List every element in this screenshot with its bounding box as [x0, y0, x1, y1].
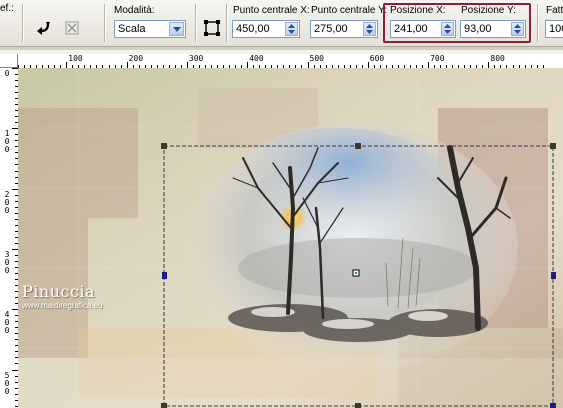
resize-handle-top[interactable]: [355, 143, 361, 149]
resize-handle-bottom-left[interactable]: [161, 403, 167, 408]
tool-options-palette: ef.: Modalità: Scala Punto centrale X: 4…: [0, 0, 563, 47]
resize-handle-top-left[interactable]: [161, 143, 167, 149]
mode-value: Scala: [118, 23, 146, 35]
ruler-label: 100: [68, 54, 83, 63]
ruler-label: 500: [309, 54, 324, 63]
ruler-label: 100: [4, 129, 10, 155]
horizontal-ruler: 0100200300400500600700800: [18, 54, 563, 69]
ruler-label: 600: [369, 54, 385, 63]
pos-y-input[interactable]: 93,00: [460, 20, 526, 38]
reset-icon[interactable]: [32, 16, 56, 40]
pos-x-label: Posizione X:: [390, 5, 446, 16]
factor-value: 100: [549, 23, 563, 35]
ruler-label: 800: [490, 54, 505, 63]
ruler-label: 500: [4, 370, 10, 396]
clear-icon[interactable]: [60, 16, 84, 40]
center-y-value: 275,00: [314, 23, 348, 35]
separator: [22, 4, 24, 42]
mode-select[interactable]: Scala: [114, 20, 186, 38]
ruler-label: 200: [128, 54, 144, 63]
separator: [104, 4, 106, 42]
separator: [226, 4, 228, 42]
ruler-label: 700: [430, 54, 445, 63]
ruler-label: 300: [188, 54, 204, 63]
center-y-input[interactable]: 275,00: [310, 20, 378, 38]
center-point-icon[interactable]: [200, 16, 224, 40]
pos-y-label: Posizione Y:: [461, 5, 516, 16]
center-x-label: Punto centrale X:: [233, 5, 310, 16]
factor-label: Fatt: [546, 5, 563, 16]
resize-handle-bottom-right[interactable]: [550, 403, 556, 408]
resize-handle-left[interactable]: [162, 272, 167, 279]
factor-input[interactable]: 100: [545, 20, 563, 38]
center-x-input[interactable]: 450,00: [232, 20, 300, 38]
resize-handle-bottom[interactable]: [355, 403, 361, 408]
watermark-url: www.maidiregrafica.eu: [22, 301, 103, 310]
center-x-value: 450,00: [236, 23, 270, 35]
pos-x-input[interactable]: 241,00: [390, 20, 456, 38]
pos-y-value: 93,00: [464, 23, 492, 35]
ruler-corner: [0, 54, 18, 68]
image-window: 0 100 200 300 400 500 600 700 800 0 100 200 300 400 5…: [0, 50, 563, 408]
vertical-ruler: 0 100 200 300 400 500: [0, 68, 19, 408]
watermark: Pinuccia www.maidiregrafica.eu: [22, 282, 102, 310]
resize-handle-top-right[interactable]: [550, 143, 556, 149]
spin-arrows-icon[interactable]: [511, 22, 524, 36]
spin-arrows-icon[interactable]: [363, 22, 376, 36]
ruler-label: 300: [4, 249, 10, 275]
spin-arrows-icon[interactable]: [441, 22, 454, 36]
separator: [195, 4, 197, 42]
ruler-label: 0: [4, 69, 10, 78]
mode-label: Modalità:: [114, 5, 155, 16]
separator: [537, 4, 539, 42]
watermark-name: Pinuccia: [22, 282, 96, 301]
center-y-label: Punto centrale Y:: [311, 5, 387, 16]
pos-x-value: 241,00: [394, 23, 428, 35]
canvas[interactable]: [18, 68, 563, 408]
ruler-label: 400: [4, 310, 10, 336]
canvas-image: [18, 68, 563, 408]
ruler-label: 400: [249, 54, 264, 63]
spin-arrows-icon[interactable]: [285, 22, 298, 36]
chevron-down-icon[interactable]: [169, 22, 184, 36]
presets-label: ef.:: [0, 3, 14, 14]
rotation-pivot-icon[interactable]: [352, 269, 360, 277]
resize-handle-right[interactable]: [551, 272, 556, 279]
ruler-label: 200: [4, 189, 10, 215]
